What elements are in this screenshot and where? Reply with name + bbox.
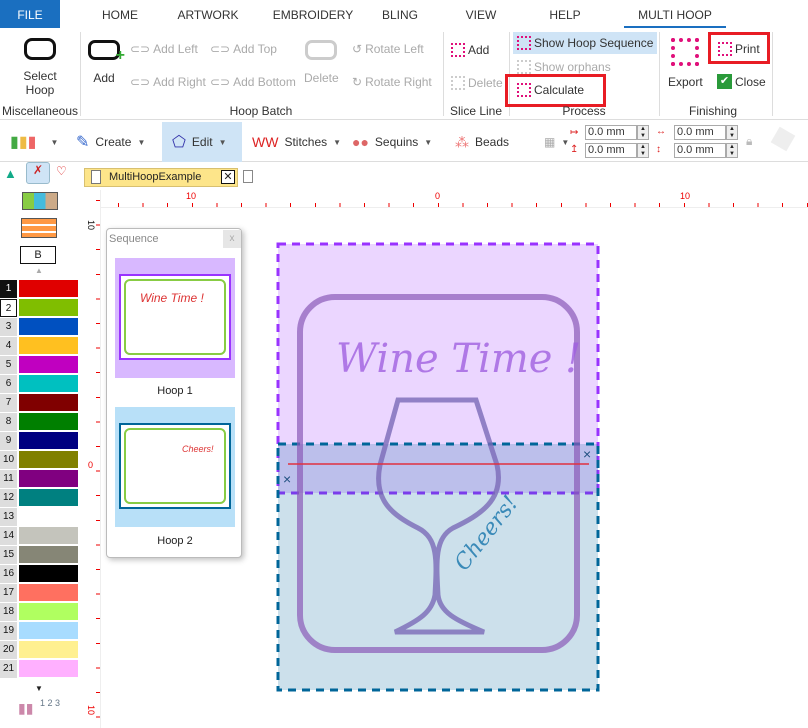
hoop-2-thumbnail[interactable]: Cheers! xyxy=(115,407,235,527)
hoop-2-label: Hoop 2 xyxy=(157,535,193,547)
sequence-panel-title: Sequence xyxy=(109,233,159,245)
hoop-1-thumbnail[interactable]: Wine Time ! xyxy=(115,258,235,378)
sequence-panel: Sequence x Wine Time ! Hoop 1 Cheers! Ho… xyxy=(106,228,242,558)
slice-handle-left[interactable]: × xyxy=(283,471,291,487)
slice-handle-right[interactable]: × xyxy=(583,446,591,462)
hoop-1-label: Hoop 1 xyxy=(157,385,193,397)
design-text-wine-time: Wine Time ! xyxy=(336,336,581,382)
sequence-close-button[interactable]: x xyxy=(223,230,241,248)
